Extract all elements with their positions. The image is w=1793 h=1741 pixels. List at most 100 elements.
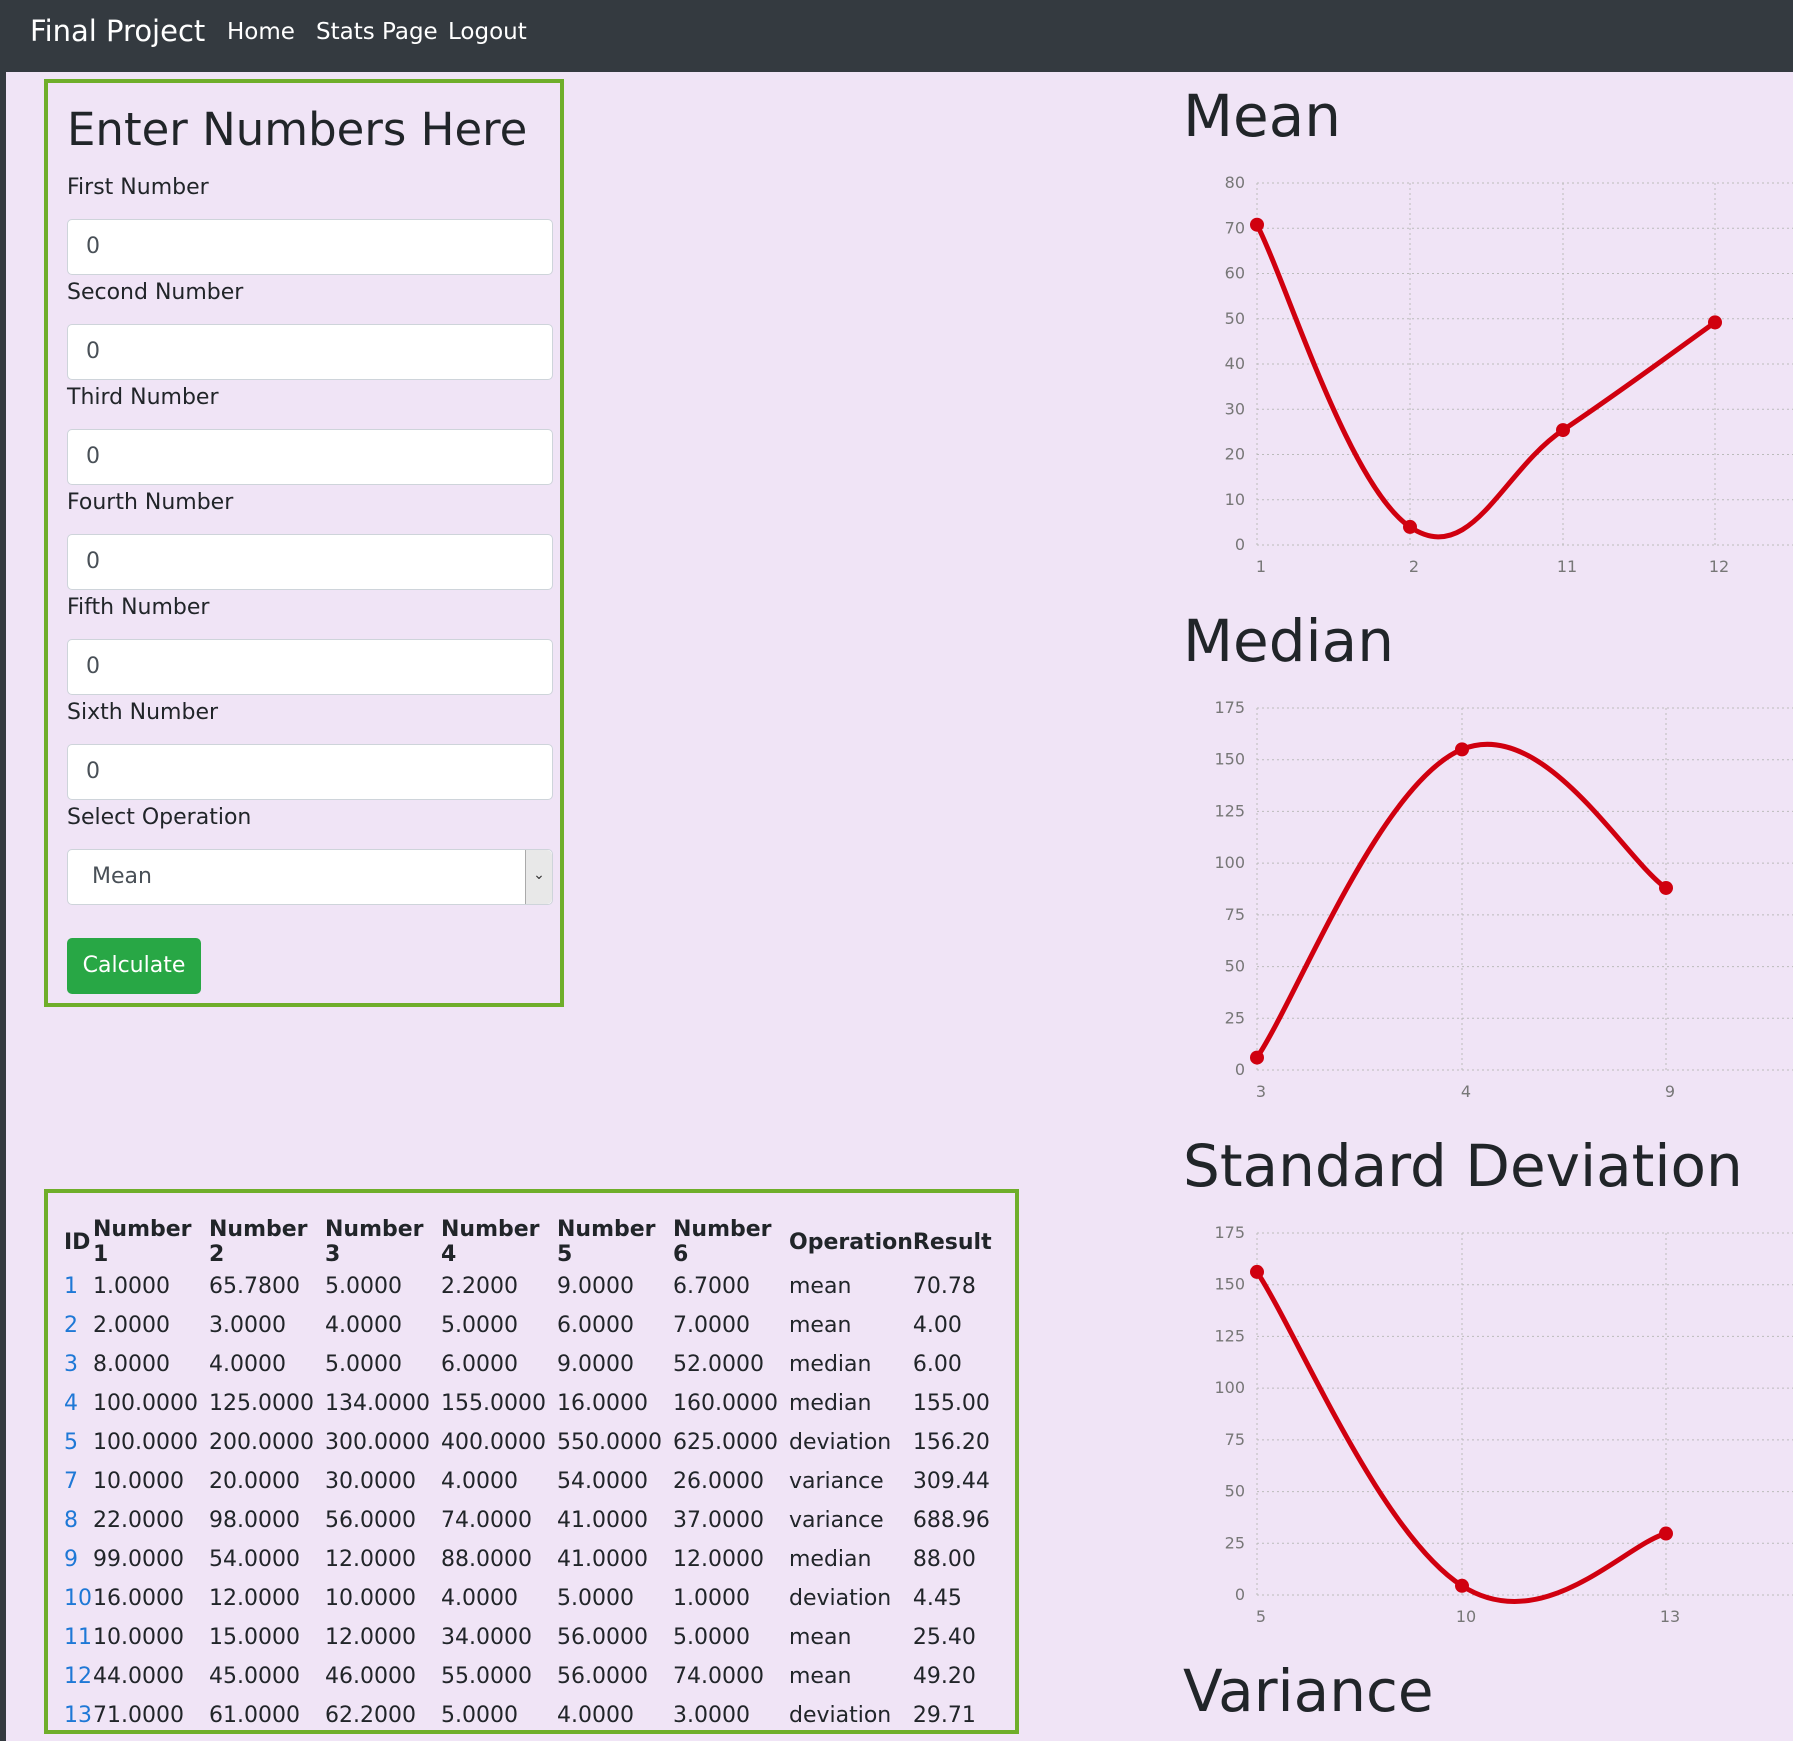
fourth-number-input[interactable]: 0 — [67, 534, 553, 590]
cell-number-1: 99.0000 — [93, 1547, 184, 1572]
cell-number-4: 6.0000 — [441, 1352, 518, 1377]
navbar-brand[interactable]: Final Project — [30, 14, 205, 48]
second-number-input[interactable]: 0 — [67, 324, 553, 380]
cell-number-4: 2.2000 — [441, 1274, 518, 1299]
nav-link-logout[interactable]: Logout — [448, 19, 527, 45]
cell-id[interactable]: 4 — [64, 1384, 93, 1423]
y-tick-label: 100 — [1214, 853, 1245, 872]
cell-number-6: 625.0000 — [673, 1430, 778, 1455]
cell-number-5: 56.0000 — [557, 1625, 648, 1650]
cell-number-2: 65.7800 — [209, 1274, 300, 1299]
chart-title-variance: Variance — [1183, 1657, 1434, 1725]
history-table: ID Number 1 Number 2 Number 3 Number 4 N… — [64, 1217, 993, 1735]
cell-result: 70.78 — [912, 1274, 976, 1299]
first-number-input[interactable]: 0 — [67, 219, 553, 275]
operation-select[interactable]: Mean ⌄ — [67, 849, 553, 905]
cell-operation: median — [789, 1391, 872, 1416]
cell-result: 155.00 — [912, 1391, 990, 1416]
cell-number-1: 71.0000 — [93, 1703, 184, 1728]
cell-number-3: 62.2000 — [325, 1703, 416, 1728]
y-tick-label: 125 — [1214, 801, 1245, 820]
cell-result: 4.45 — [912, 1586, 962, 1611]
mean-chart: 010203040506070801 2 11 12 — [1225, 173, 1793, 576]
cell-id[interactable]: 12 — [64, 1657, 93, 1696]
cell-id[interactable]: 7 — [64, 1462, 93, 1501]
y-tick-label: 175 — [1214, 698, 1245, 717]
cell-number-1: 22.0000 — [93, 1508, 184, 1533]
cell-id[interactable]: 2 — [64, 1306, 93, 1345]
series-line — [1254, 1270, 1667, 1604]
data-point[interactable] — [1250, 1050, 1264, 1065]
cell-operation: deviation — [789, 1586, 892, 1611]
cell-number-2: 98.0000 — [209, 1508, 300, 1533]
data-point[interactable] — [1556, 423, 1570, 438]
chevron-down-icon[interactable]: ⌄ — [525, 850, 552, 904]
cell-number-1: 100.0000 — [93, 1430, 198, 1455]
data-point[interactable] — [1659, 1526, 1673, 1541]
cell-id[interactable]: 5 — [64, 1423, 93, 1462]
cell-result: 25.40 — [912, 1625, 976, 1650]
cell-operation: variance — [789, 1469, 884, 1494]
navbar: Final Project Home Stats Page Logout — [0, 0, 1793, 72]
cell-number-1: 100.0000 — [93, 1391, 198, 1416]
header-number-4: Number 4 — [441, 1217, 540, 1267]
table-row: 5 100.0000 200.0000 300.0000 400.0000 550.000… — [64, 1423, 993, 1462]
cell-number-1: 10.0000 — [93, 1625, 184, 1650]
cell-number-5: 41.0000 — [557, 1547, 648, 1572]
cell-id[interactable]: 1 — [64, 1267, 93, 1306]
cell-id[interactable]: 3 — [64, 1345, 93, 1384]
cell-id[interactable]: 8 — [64, 1501, 93, 1540]
data-point[interactable] — [1250, 1264, 1264, 1279]
cell-number-1: 10.0000 — [93, 1469, 184, 1494]
cell-number-4: 88.0000 — [441, 1547, 532, 1572]
cell-number-2: 4.0000 — [209, 1352, 286, 1377]
data-point[interactable] — [1250, 217, 1264, 232]
cell-number-3: 30.0000 — [325, 1469, 416, 1494]
third-number-input[interactable]: 0 — [67, 429, 553, 485]
y-tick-label: 50 — [1225, 1482, 1245, 1501]
data-point[interactable] — [1659, 880, 1673, 895]
y-tick-label: 75 — [1225, 905, 1245, 924]
y-tick-label: 20 — [1225, 445, 1245, 464]
table-row: 7 10.0000 20.0000 30.0000 4.0000 54.0000 26.00… — [64, 1462, 993, 1501]
data-point[interactable] — [1455, 1578, 1469, 1593]
y-tick-label: 125 — [1214, 1326, 1245, 1345]
y-tick-label: 50 — [1225, 309, 1245, 328]
calculate-button[interactable]: Calculate — [67, 938, 201, 994]
cell-number-6: 37.0000 — [673, 1508, 764, 1533]
header-number-6: Number 6 — [673, 1217, 772, 1267]
fourth-number-label: Fourth Number — [67, 490, 234, 515]
cell-number-3: 134.0000 — [325, 1391, 430, 1416]
cell-id[interactable]: 11 — [64, 1618, 93, 1657]
cell-number-1: 8.0000 — [93, 1352, 170, 1377]
cell-result: 309.44 — [912, 1469, 990, 1494]
y-tick-label: 25 — [1225, 1008, 1245, 1027]
fifth-number-input[interactable]: 0 — [67, 639, 553, 695]
sixth-number-input[interactable]: 0 — [67, 744, 553, 800]
cell-number-3: 5.0000 — [325, 1274, 402, 1299]
x-tick-label: 12 — [1709, 557, 1729, 576]
cell-id[interactable]: 13 — [64, 1696, 93, 1735]
cell-operation: deviation — [789, 1703, 892, 1728]
x-tick-label: 10 — [1456, 1607, 1476, 1626]
nav-link-home[interactable]: Home — [227, 19, 295, 45]
cell-id[interactable]: 9 — [64, 1540, 93, 1579]
cell-operation: mean — [789, 1274, 852, 1299]
cell-number-4: 400.0000 — [441, 1430, 546, 1455]
data-point[interactable] — [1708, 315, 1722, 330]
number-entry-form: Enter Numbers Here First Number 0 Second… — [44, 79, 564, 1007]
data-point[interactable] — [1455, 742, 1469, 757]
cell-number-5: 6.0000 — [557, 1313, 634, 1338]
cell-result: 156.20 — [912, 1430, 990, 1455]
y-tick-label: 0 — [1235, 535, 1245, 554]
cell-number-5: 41.0000 — [557, 1508, 648, 1533]
table-row: 10 16.0000 12.0000 10.0000 4.0000 5.0000 1.000… — [64, 1579, 993, 1618]
cell-id[interactable]: 10 — [64, 1579, 93, 1618]
chart-title-median: Median — [1183, 607, 1394, 675]
nav-link-stats[interactable]: Stats Page — [316, 19, 438, 45]
cell-operation: deviation — [789, 1430, 892, 1455]
sixth-number-label: Sixth Number — [67, 700, 219, 725]
data-point[interactable] — [1403, 519, 1417, 534]
cell-result: 6.00 — [912, 1352, 962, 1377]
cell-number-4: 5.0000 — [441, 1313, 518, 1338]
